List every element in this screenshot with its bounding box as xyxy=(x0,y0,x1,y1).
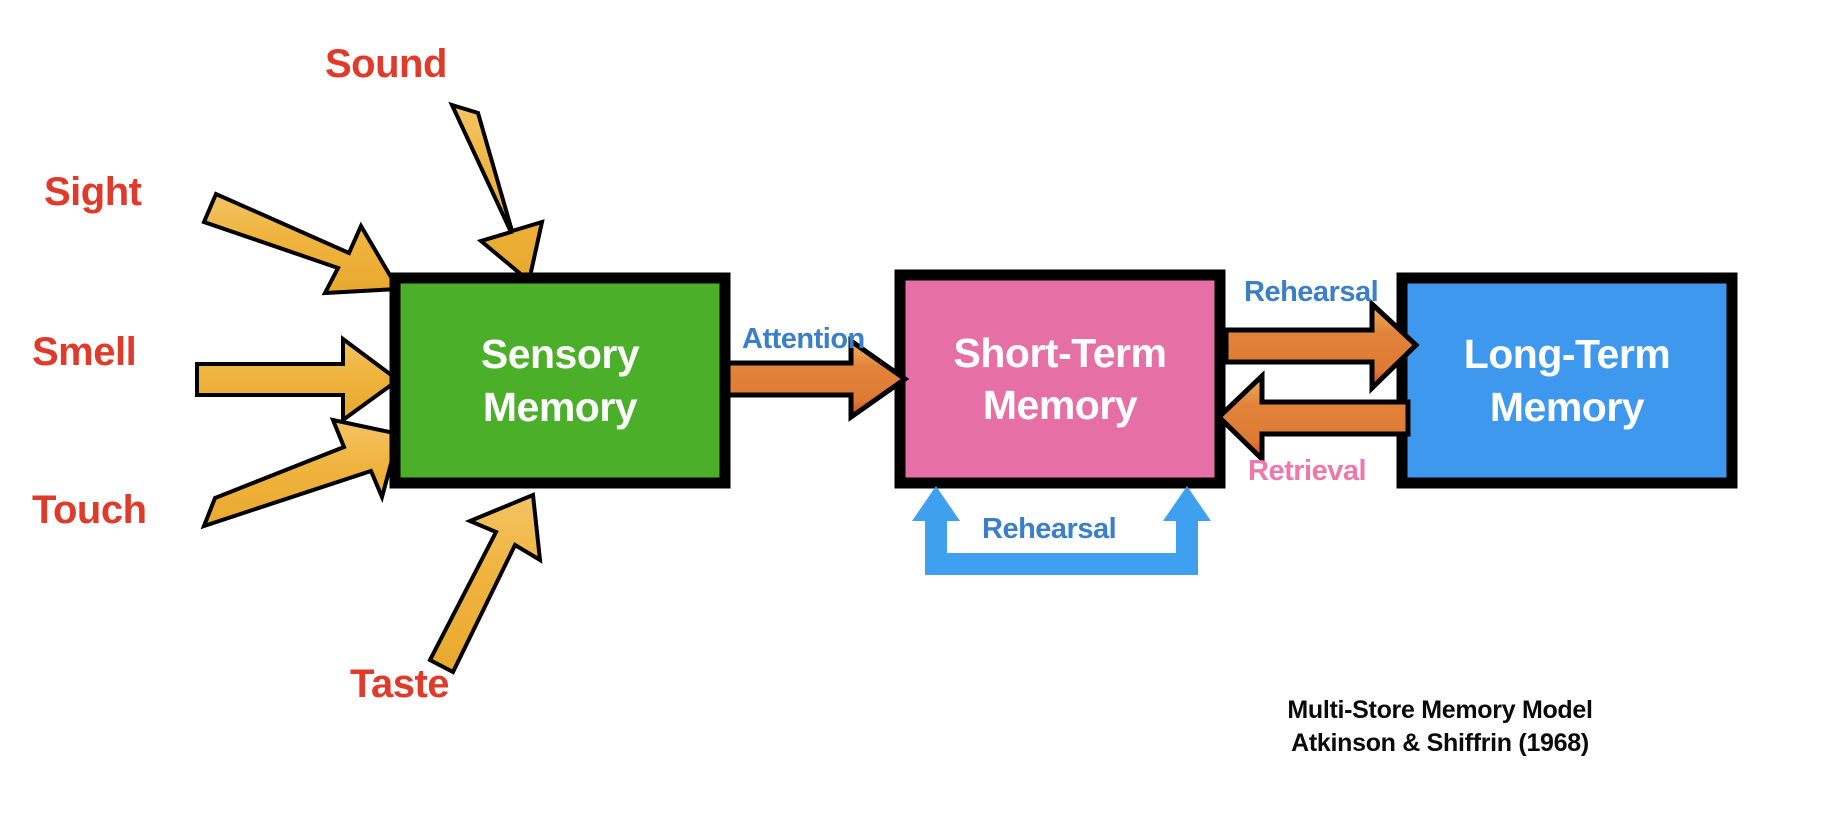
store-label-sensory-memory-line2: Memory xyxy=(482,383,638,430)
arrow-smell xyxy=(195,335,402,424)
diagram-caption-line1: Multi-Store Memory Model xyxy=(1287,696,1593,724)
arrow-taste xyxy=(427,492,543,675)
store-label-long-term-memory: Long-Term Memory xyxy=(1402,278,1732,483)
arrow-sight xyxy=(201,191,402,296)
sense-label-taste: Taste xyxy=(350,662,450,706)
store-label-short-term-memory: Short-Term Memory xyxy=(900,275,1220,483)
sense-label-touch: Touch xyxy=(32,488,147,532)
process-label-maintenance-rehearsal: Rehearsal xyxy=(982,513,1117,545)
sense-label-sound: Sound xyxy=(325,42,447,86)
store-label-sensory-memory-line1: Sensory xyxy=(480,331,640,378)
store-label-long-term-memory-line1: Long-Term xyxy=(1463,331,1671,378)
sense-label-sight: Sight xyxy=(44,170,142,214)
diagram-caption-line2: Atkinson & Shiffrin (1968) xyxy=(1291,728,1589,757)
store-label-sensory-memory: Sensory Memory xyxy=(395,278,725,483)
store-label-short-term-memory-line2: Memory xyxy=(982,382,1138,428)
store-label-short-term-memory-line1: Short-Term xyxy=(953,329,1167,376)
process-label-retrieval: Retrieval xyxy=(1248,455,1367,487)
arrow-retrieval-to-stm xyxy=(1215,370,1411,465)
process-label-rehearsal-to-ltm: Rehearsal xyxy=(1244,276,1379,308)
diagram-canvas: Sight Sound Smell Touch Taste Sensory Me… xyxy=(0,0,1822,832)
sense-label-smell: Smell xyxy=(32,330,137,374)
store-label-long-term-memory-line2: Memory xyxy=(1489,383,1645,430)
arrow-touch xyxy=(200,417,402,530)
arrow-rehearsal-to-ltm xyxy=(1223,298,1420,394)
diagram-caption: Multi-Store Memory Model Atkinson & Shif… xyxy=(1230,694,1650,759)
arrow-sound xyxy=(448,101,545,285)
process-label-attention: Attention xyxy=(742,323,865,355)
